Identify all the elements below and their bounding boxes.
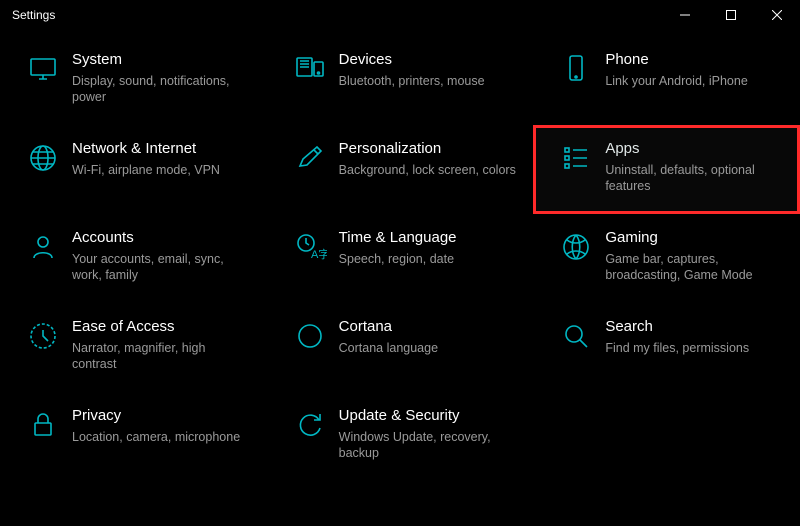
tile-desc: Game bar, captures, broadcasting, Game M… [605,251,784,283]
tile-title: System [72,50,251,70]
tile-desc: Uninstall, defaults, optional features [605,162,784,194]
tile-time[interactable]: A字 Time & Language Speech, region, date [267,214,534,303]
tile-title: Personalization [339,139,518,159]
tile-desc: Find my files, permissions [605,340,784,356]
tile-personalization[interactable]: Personalization Background, lock screen,… [267,125,534,214]
phone-icon [547,50,605,86]
maximize-button[interactable] [708,0,754,30]
settings-grid: System Display, sound, notifications, po… [0,30,800,481]
search-icon [547,317,605,353]
personalization-icon [281,139,339,175]
tile-system[interactable]: System Display, sound, notifications, po… [0,36,267,125]
window-controls [662,0,800,30]
tile-desc: Bluetooth, printers, mouse [339,73,518,89]
tile-title: Apps [605,139,784,159]
time-language-icon: A字 [281,228,339,264]
tile-title: Devices [339,50,518,70]
tile-desc: Speech, region, date [339,251,518,267]
minimize-button[interactable] [662,0,708,30]
tile-desc: Link your Android, iPhone [605,73,784,89]
title-bar: Settings [0,0,800,30]
update-security-icon [281,406,339,442]
tile-desc: Your accounts, email, sync, work, family [72,251,251,283]
tile-title: Accounts [72,228,251,248]
tile-desc: Location, camera, microphone [72,429,251,445]
apps-icon [547,139,605,175]
tile-desc: Narrator, magnifier, high contrast [72,340,251,372]
tile-ease[interactable]: Ease of Access Narrator, magnifier, high… [0,303,267,392]
tile-gaming[interactable]: Gaming Game bar, captures, broadcasting,… [533,214,800,303]
tile-update[interactable]: Update & Security Windows Update, recove… [267,392,534,481]
tile-network[interactable]: Network & Internet Wi-Fi, airplane mode,… [0,125,267,214]
tile-title: Ease of Access [72,317,251,337]
tile-title: Cortana [339,317,518,337]
window-title: Settings [12,8,55,22]
tile-accounts[interactable]: Accounts Your accounts, email, sync, wor… [0,214,267,303]
tile-title: Gaming [605,228,784,248]
devices-icon [281,50,339,86]
tile-title: Search [605,317,784,337]
svg-text:A字: A字 [311,247,327,261]
tile-title: Update & Security [339,406,518,426]
tile-cortana[interactable]: Cortana Cortana language [267,303,534,392]
tile-apps[interactable]: Apps Uninstall, defaults, optional featu… [533,125,800,214]
tile-title: Time & Language [339,228,518,248]
tile-devices[interactable]: Devices Bluetooth, printers, mouse [267,36,534,125]
ease-of-access-icon [14,317,72,353]
tile-title: Phone [605,50,784,70]
gaming-icon [547,228,605,264]
tile-search[interactable]: Search Find my files, permissions [533,303,800,392]
network-icon [14,139,72,175]
cortana-icon [281,317,339,353]
tile-desc: Background, lock screen, colors [339,162,518,178]
tile-phone[interactable]: Phone Link your Android, iPhone [533,36,800,125]
tile-desc: Wi-Fi, airplane mode, VPN [72,162,251,178]
close-button[interactable] [754,0,800,30]
tile-title: Network & Internet [72,139,251,159]
privacy-icon [14,406,72,442]
tile-title: Privacy [72,406,251,426]
tile-desc: Cortana language [339,340,518,356]
accounts-icon [14,228,72,264]
tile-desc: Windows Update, recovery, backup [339,429,518,461]
tile-desc: Display, sound, notifications, power [72,73,251,105]
tile-privacy[interactable]: Privacy Location, camera, microphone [0,392,267,481]
system-icon [14,50,72,86]
